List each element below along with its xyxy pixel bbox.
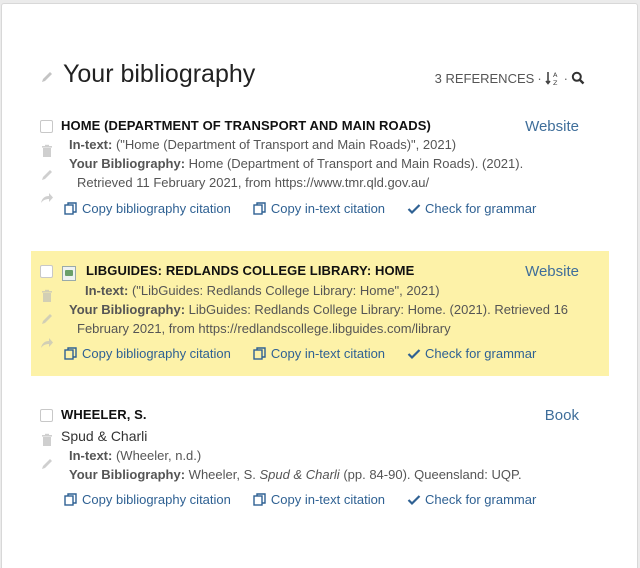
bibliography-publisher: ). Queensland: UQP. xyxy=(402,467,522,482)
copy-intext-label: Copy in-text citation xyxy=(270,201,386,216)
bibliography-citation: LibGuides: Redlands College Library: Hom… xyxy=(188,302,569,317)
intext-citation: ("Home (Department of Transport and Main… xyxy=(115,137,457,152)
copy-bibliography-label: Copy bibliography citation xyxy=(82,201,231,216)
pencil-icon[interactable] xyxy=(40,168,54,182)
trash-icon[interactable] xyxy=(40,144,54,158)
pencil-icon[interactable] xyxy=(40,312,54,326)
copy-icon xyxy=(253,201,266,215)
check-icon xyxy=(407,348,421,359)
reference-entry-highlighted: LIBGUIDES: REDLANDS COLLEGE LIBRARY: HOM… xyxy=(31,251,609,376)
pencil-icon[interactable] xyxy=(40,70,54,84)
reference-title[interactable]: WHEELER, S. xyxy=(61,407,147,422)
check-icon xyxy=(407,203,421,214)
reference-type[interactable]: Book xyxy=(545,407,579,424)
check-grammar-button[interactable]: Check for grammar xyxy=(407,201,536,216)
reference-actions: Copy bibliography citation Copy in-text … xyxy=(64,201,558,216)
copy-bibliography-button[interactable]: Copy bibliography citation xyxy=(64,201,231,216)
check-grammar-label: Check for grammar xyxy=(425,201,537,216)
pencil-icon[interactable] xyxy=(40,457,54,471)
bibliography-label: Your Bibliography: xyxy=(69,302,186,317)
check-grammar-button[interactable]: Check for grammar xyxy=(407,492,536,507)
share-icon[interactable] xyxy=(40,336,54,350)
check-grammar-label: Check for grammar xyxy=(425,492,537,507)
intext-label: In-text: xyxy=(69,448,113,463)
reference-entry: HOME (DEPARTMENT OF TRANSPORT AND MAIN R… xyxy=(31,110,609,230)
intext-citation: (Wheeler, n.d.) xyxy=(115,448,202,463)
bibliography-line-cont: February 2021, from https://redlandscoll… xyxy=(77,321,451,336)
reference-title[interactable]: HOME (DEPARTMENT OF TRANSPORT AND MAIN R… xyxy=(61,118,431,133)
reference-entry: WHEELER, S. Book Spud & Charli In-text: … xyxy=(31,398,609,518)
trash-icon[interactable] xyxy=(40,433,54,447)
favicon-image xyxy=(62,266,76,281)
intext-line: In-text: (Wheeler, n.d.) xyxy=(69,448,201,463)
copy-icon xyxy=(64,492,77,506)
copy-icon xyxy=(253,492,266,506)
reference-actions: Copy bibliography citation Copy in-text … xyxy=(64,346,558,361)
intext-line: In-text: ("Home (Department of Transport… xyxy=(69,137,456,152)
svg-text:Z: Z xyxy=(553,79,558,86)
reference-toolbar: 3 REFERENCES · A Z · xyxy=(435,70,585,86)
separator: · xyxy=(537,70,542,86)
share-icon[interactable] xyxy=(40,191,54,205)
check-icon xyxy=(407,494,421,505)
copy-bibliography-button[interactable]: Copy bibliography citation xyxy=(64,346,231,361)
svg-text:A: A xyxy=(553,71,558,79)
bibliography-title-italic: Spud & Charli xyxy=(259,467,340,482)
copy-bibliography-button[interactable]: Copy bibliography citation xyxy=(64,492,231,507)
copy-bibliography-label: Copy bibliography citation xyxy=(82,492,231,507)
bibliography-line-cont: Retrieved 11 February 2021, from https:/… xyxy=(77,175,430,190)
bibliography-label: Your Bibliography: xyxy=(69,156,186,171)
select-checkbox[interactable] xyxy=(40,409,53,422)
intext-line: In-text: ("LibGuides: Redlands College L… xyxy=(85,283,440,298)
bibliography-line: Your Bibliography: LibGuides: Redlands C… xyxy=(69,302,568,317)
trash-icon[interactable] xyxy=(40,289,54,303)
bibliography-line: Your Bibliography: Wheeler, S. Spud & Ch… xyxy=(69,467,522,482)
bibliography-citation: Home (Department of Transport and Main R… xyxy=(188,156,524,171)
copy-intext-label: Copy in-text citation xyxy=(270,346,386,361)
select-checkbox[interactable] xyxy=(40,120,53,133)
bibliography-author: Wheeler, S. xyxy=(188,467,260,482)
sort-icon[interactable]: A Z xyxy=(545,70,561,86)
reference-type[interactable]: Website xyxy=(525,263,579,280)
bibliography-header: Your bibliography 3 REFERENCES · A Z · xyxy=(40,60,585,92)
page-title: Your bibliography xyxy=(63,60,256,88)
reference-subtitle: Spud & Charli xyxy=(61,428,148,444)
check-grammar-button[interactable]: Check for grammar xyxy=(407,346,536,361)
intext-label: In-text: xyxy=(85,283,129,298)
bibliography-label: Your Bibliography: xyxy=(69,467,186,482)
reference-actions: Copy bibliography citation Copy in-text … xyxy=(64,492,558,507)
reference-type[interactable]: Website xyxy=(525,118,579,135)
copy-intext-label: Copy in-text citation xyxy=(270,492,386,507)
copy-intext-button[interactable]: Copy in-text citation xyxy=(253,201,385,216)
copy-intext-button[interactable]: Copy in-text citation xyxy=(253,492,385,507)
separator: · xyxy=(563,70,568,86)
intext-label: In-text: xyxy=(69,137,113,152)
search-icon[interactable] xyxy=(571,71,585,85)
copy-icon xyxy=(64,201,77,215)
reference-count: 3 REFERENCES xyxy=(434,70,535,86)
select-checkbox[interactable] xyxy=(40,265,53,278)
intext-citation: ("LibGuides: Redlands College Library: H… xyxy=(131,283,440,298)
copy-intext-button[interactable]: Copy in-text citation xyxy=(253,346,385,361)
copy-icon xyxy=(64,346,77,360)
copy-bibliography-label: Copy bibliography citation xyxy=(82,346,231,361)
check-grammar-label: Check for grammar xyxy=(425,346,537,361)
bibliography-pages: (pp. 84-90 xyxy=(339,467,403,482)
reference-title[interactable]: LIBGUIDES: REDLANDS COLLEGE LIBRARY: HOM… xyxy=(86,263,414,278)
bibliography-line: Your Bibliography: Home (Department of T… xyxy=(69,156,523,171)
copy-icon xyxy=(253,346,266,360)
